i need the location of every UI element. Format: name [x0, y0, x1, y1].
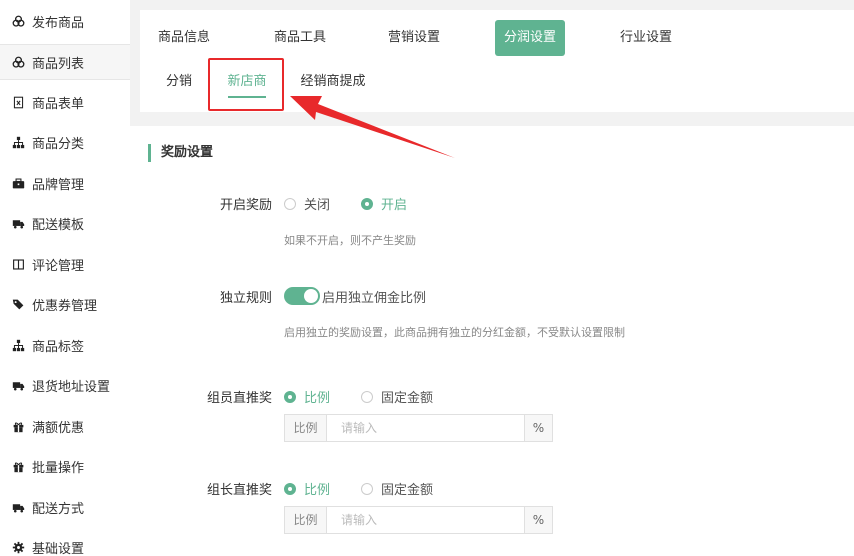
switch-knob: [304, 289, 318, 303]
truck-icon: [10, 377, 26, 393]
sidebar-item-shipping-template[interactable]: 配送模板: [0, 205, 130, 241]
tab-industry-settings[interactable]: 行业设置: [610, 20, 682, 56]
independent-rule-switch[interactable]: [284, 287, 320, 305]
cubes-icon: [10, 13, 26, 29]
member-direct-ratio-radio[interactable]: 比例: [284, 387, 330, 406]
truck-icon: [10, 499, 26, 515]
sidebar-item-label: 商品分类: [32, 136, 85, 152]
enable-reward-on-radio[interactable]: 开启: [361, 194, 407, 213]
sidebar: 发布商品 商品列表 商品表单 商品分类 品牌管理 配送模板 评论管理 优惠券管理…: [0, 0, 130, 556]
sitemap-icon: [10, 134, 26, 150]
leader-direct-input[interactable]: [327, 507, 524, 533]
tab-product-tools[interactable]: 商品工具: [264, 20, 336, 56]
sidebar-item-label: 退货地址设置: [32, 379, 111, 395]
radio-label: 固定金额: [381, 391, 434, 406]
sidebar-item-product-category[interactable]: 商品分类: [0, 124, 130, 160]
sidebar-item-review[interactable]: 评论管理: [0, 246, 130, 282]
leader-direct-input-group: 比例 %: [284, 506, 553, 534]
sidebar-item-label: 基础设置: [32, 541, 85, 556]
sidebar-item-label: 商品标签: [32, 339, 85, 355]
sidebar-item-label: 优惠券管理: [32, 298, 98, 314]
radio-label: 固定金额: [381, 483, 434, 498]
excel-file-icon: [10, 94, 26, 110]
independent-rule-hint: 启用独立的奖励设置，此商品拥有独立的分红金额，不受默认设置限制: [284, 326, 625, 339]
radio-circle: [361, 197, 373, 210]
sidebar-item-batch[interactable]: 批量操作: [0, 448, 130, 484]
sidebar-item-label: 配送方式: [32, 501, 85, 517]
radio-label: 开启: [381, 198, 408, 213]
reward-settings-panel: 奖励设置 开启奖励 关闭 开启 如果不开启，则不产生奖励 独立规则 启用独立佣金…: [130, 126, 854, 556]
input-suffix: %: [524, 415, 552, 441]
radio-circle: [284, 197, 296, 210]
sidebar-item-full-discount[interactable]: 满额优惠: [0, 408, 130, 444]
enable-reward-hint: 如果不开启，则不产生奖励: [284, 234, 416, 247]
sidebar-item-delivery-method[interactable]: 配送方式: [0, 489, 130, 525]
independent-rule-label: 独立规则: [219, 291, 272, 306]
tags-icon: [10, 296, 26, 312]
input-suffix: %: [524, 507, 552, 533]
sidebar-item-label: 满额优惠: [32, 420, 85, 436]
sidebar-item-product-tag[interactable]: 商品标签: [0, 327, 130, 363]
input-prefix: 比例: [285, 507, 327, 533]
radio-label: 比例: [304, 483, 331, 498]
leader-direct-fixed-radio[interactable]: 固定金额: [361, 479, 433, 498]
sitemap-icon: [10, 337, 26, 353]
input-prefix: 比例: [285, 415, 327, 441]
member-direct-input[interactable]: [327, 415, 524, 441]
independent-rule-switch-text: 启用独立佣金比例: [322, 291, 427, 306]
member-direct-label: 组员直推奖: [206, 391, 272, 406]
subtab-dealer-commission[interactable]: 经销商提成: [298, 66, 368, 98]
sidebar-item-basic-settings[interactable]: 基础设置: [0, 529, 130, 556]
sidebar-item-label: 批量操作: [32, 460, 85, 476]
radio-circle: [361, 390, 373, 403]
radio-label: 关闭: [304, 198, 331, 213]
subtab-distribution[interactable]: 分销: [158, 66, 200, 98]
enable-reward-label: 开启奖励: [219, 198, 272, 213]
tab-marketing-settings[interactable]: 营销设置: [378, 20, 450, 56]
sidebar-item-product-form[interactable]: 商品表单: [0, 84, 130, 120]
columns-icon: [10, 256, 26, 272]
sidebar-item-label: 评论管理: [32, 258, 85, 274]
sidebar-item-product-list[interactable]: 商品列表: [0, 44, 130, 80]
member-direct-fixed-radio[interactable]: 固定金额: [361, 387, 433, 406]
sidebar-item-return-address[interactable]: 退货地址设置: [0, 367, 130, 403]
leader-direct-ratio-radio[interactable]: 比例: [284, 479, 330, 498]
radio-circle: [361, 482, 373, 495]
sidebar-item-label: 配送模板: [32, 217, 85, 233]
sidebar-item-coupon[interactable]: 优惠券管理: [0, 286, 130, 322]
annotation-highlight-box: [208, 58, 284, 111]
tab-profit-sharing-settings[interactable]: 分润设置: [495, 20, 565, 56]
cubes-icon: [10, 54, 26, 70]
member-direct-input-group: 比例 %: [284, 414, 553, 442]
sidebar-item-brand[interactable]: 品牌管理: [0, 165, 130, 201]
gear-icon: [10, 539, 26, 555]
enable-reward-off-radio[interactable]: 关闭: [284, 194, 330, 213]
sidebar-item-label: 商品列表: [32, 56, 85, 72]
gift-icon: [10, 458, 26, 474]
radio-circle: [284, 482, 296, 495]
leader-direct-label: 组长直推奖: [206, 483, 272, 498]
sidebar-item-label: 发布商品: [32, 15, 85, 31]
tab-product-info[interactable]: 商品信息: [148, 20, 220, 56]
radio-label: 比例: [304, 391, 331, 406]
section-title: 奖励设置: [148, 144, 213, 162]
sidebar-item-publish-product[interactable]: 发布商品: [0, 3, 130, 39]
gift-icon: [10, 418, 26, 434]
radio-circle: [284, 390, 296, 403]
briefcase-icon: [10, 175, 26, 191]
sidebar-item-label: 商品表单: [32, 96, 85, 112]
sidebar-item-label: 品牌管理: [32, 177, 85, 193]
truck-icon: [10, 215, 26, 231]
